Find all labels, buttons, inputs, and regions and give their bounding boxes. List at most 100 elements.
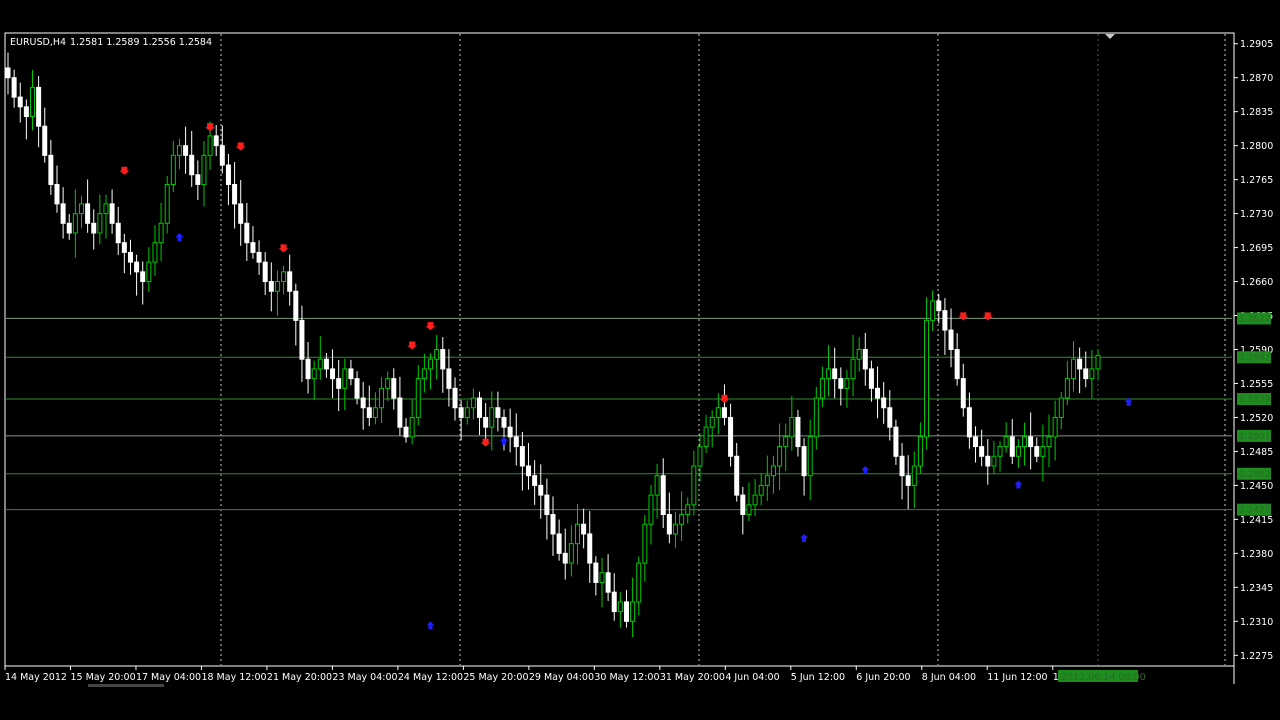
candle-body [348, 368, 354, 380]
candle-body [623, 601, 629, 622]
candlesticks [5, 52, 1101, 638]
time-tick-label: 4 Jun 04:00 [725, 672, 779, 683]
candle-body [281, 271, 287, 283]
candle-body [899, 455, 905, 477]
candle-body [697, 446, 703, 467]
candle-body [323, 358, 329, 370]
candle-body [483, 416, 489, 428]
candle-body [930, 300, 936, 321]
candle-body [587, 533, 593, 564]
candle-body [5, 67, 11, 79]
chart-shift-marker[interactable] [1105, 34, 1115, 39]
time-tick-label: 29 May 04:00 [529, 672, 594, 683]
price-tick-label: 1.2485 [1240, 447, 1273, 458]
candle-body [819, 378, 825, 399]
candle-body [1046, 436, 1052, 448]
candle-body [562, 552, 568, 564]
candle-body [826, 368, 832, 380]
candle-body [330, 368, 336, 380]
candle-body [232, 183, 238, 205]
candle-body [752, 494, 758, 506]
candle-body [195, 174, 201, 185]
candle-body [648, 494, 654, 525]
candle-body [942, 310, 948, 331]
candle-body [213, 135, 219, 147]
chart-symbol-label: EURUSD,H4 [10, 37, 66, 48]
horizontal-levels [6, 317, 1232, 511]
candle-body [109, 203, 115, 224]
candle-body [1083, 368, 1089, 380]
candle-body [434, 349, 440, 360]
sell-arrow-icon [719, 394, 730, 403]
candle-body [256, 251, 262, 263]
candle-body [219, 145, 225, 166]
candle-body [121, 242, 127, 253]
candle-body [770, 465, 776, 477]
candle-body [115, 222, 121, 244]
candle-body [813, 397, 819, 438]
candle-body [317, 358, 323, 370]
candle-body [691, 465, 697, 506]
candle-body [544, 494, 550, 516]
candle-body [997, 446, 1003, 457]
candle-body [630, 601, 636, 622]
sell-arrow-icon [958, 312, 969, 321]
candle-body [36, 86, 42, 127]
time-tick-label: 23 May 04:00 [332, 672, 397, 683]
time-tick-label: 15 May 20:00 [70, 672, 135, 683]
price-chart[interactable]: 1.2905 1.2870 1.2835 1.2800 1.2765 1.2730 1.26… [0, 0, 1280, 720]
candle-body [134, 261, 140, 273]
candle-body [176, 145, 182, 156]
candle-body [409, 416, 415, 438]
level-label: 1.2582 [1239, 353, 1271, 363]
candle-body [642, 523, 648, 564]
candle-body [287, 271, 293, 292]
candle-body [342, 368, 348, 389]
candle-body [1089, 368, 1095, 380]
candle-body [379, 387, 385, 409]
candle-body [48, 154, 54, 185]
candle-body [250, 242, 256, 253]
horizontal-scrollbar[interactable] [88, 684, 164, 687]
candle-body [1009, 436, 1015, 457]
candle-body [11, 77, 17, 98]
candle-body [887, 407, 893, 428]
candle-body [311, 368, 317, 380]
candle-body [801, 446, 807, 477]
price-tick-label: 1.2905 [1240, 39, 1273, 50]
sell-arrow-icon [235, 142, 246, 151]
candle-body [519, 446, 525, 467]
candle-body [1003, 436, 1009, 448]
candle-body [354, 378, 360, 399]
price-tick-label: 1.2730 [1240, 209, 1273, 220]
time-tick-label: 18 May 12:00 [201, 672, 266, 683]
price-tick-label: 1.2380 [1240, 549, 1273, 560]
candle-body [366, 407, 372, 418]
chart-ohlc-label: 1.2581 1.2589 1.2556 1.2584 [70, 37, 212, 48]
candle-body [415, 378, 421, 418]
candle-body [225, 164, 231, 185]
time-tick-label: 30 May 12:00 [594, 672, 659, 683]
sell-arrow-icon [407, 341, 418, 350]
time-tick-label: 8 Jun 04:00 [922, 672, 976, 683]
candle-body [715, 407, 721, 418]
candle-body [568, 543, 574, 564]
time-tick-label: 11 Jun 12:00 [987, 672, 1047, 683]
sell-arrow-icon [425, 322, 436, 331]
time-tick-label: 17 May 04:00 [136, 672, 201, 683]
candle-body [599, 572, 605, 583]
time-tick-label: 31 May 20:00 [660, 672, 725, 683]
candle-body [207, 135, 213, 156]
candle-body [1034, 446, 1040, 457]
candle-body [1064, 378, 1070, 399]
candle-body [72, 213, 78, 234]
buy-arrow-icon [861, 465, 870, 474]
candle-body [464, 407, 470, 418]
candle-body [538, 484, 544, 496]
chart-window[interactable]: 1.2905 1.2870 1.2835 1.2800 1.2765 1.2730 1.26… [0, 0, 1280, 720]
candle-body [740, 494, 746, 516]
buy-arrow-icon [800, 533, 809, 542]
candle-body [85, 203, 91, 224]
candle-body [672, 523, 678, 535]
candle-body [140, 271, 146, 283]
